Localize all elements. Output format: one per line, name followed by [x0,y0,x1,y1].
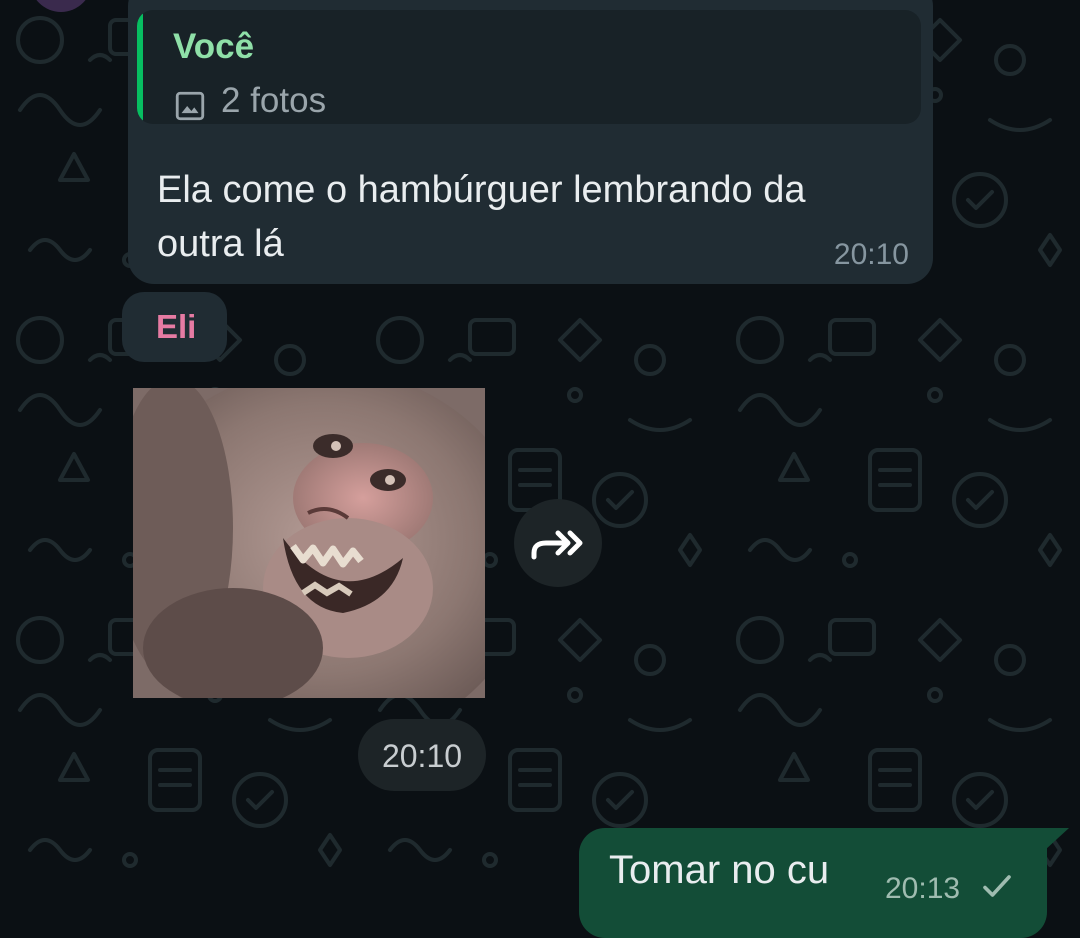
forward-icon [531,530,583,560]
quote-accent-bar [137,10,143,124]
photo-icon [175,91,205,121]
outgoing-message-bubble[interactable]: Tomar no cu 20:13 [579,828,1047,938]
monkey-sticker[interactable] [133,388,485,698]
quoted-message[interactable]: Você 2 fotos [137,10,921,124]
message-text: Ela come o hambúrguer lembrando da outra… [157,169,806,265]
outgoing-message-timestamp: 20:13 [885,872,961,905]
sticker-timestamp-pill: 20:10 [358,719,486,791]
quoted-message-author: Você [173,27,255,66]
message-timestamp: 20:10 [833,238,909,271]
single-check-icon [983,875,1011,897]
sticker-timestamp: 20:10 [381,738,463,774]
forward-button[interactable] [514,499,602,587]
outgoing-message-text: Tomar no cu [609,848,830,892]
quoted-message-text: 2 fotos [221,81,327,120]
outgoing-bubble-tail [1045,828,1069,850]
sender-name[interactable]: Eli [156,308,196,346]
incoming-message-bubble[interactable]: Você 2 fotos Ela come o hambúrguer lembr… [128,0,933,284]
sender-name-chip: Eli [122,292,227,362]
